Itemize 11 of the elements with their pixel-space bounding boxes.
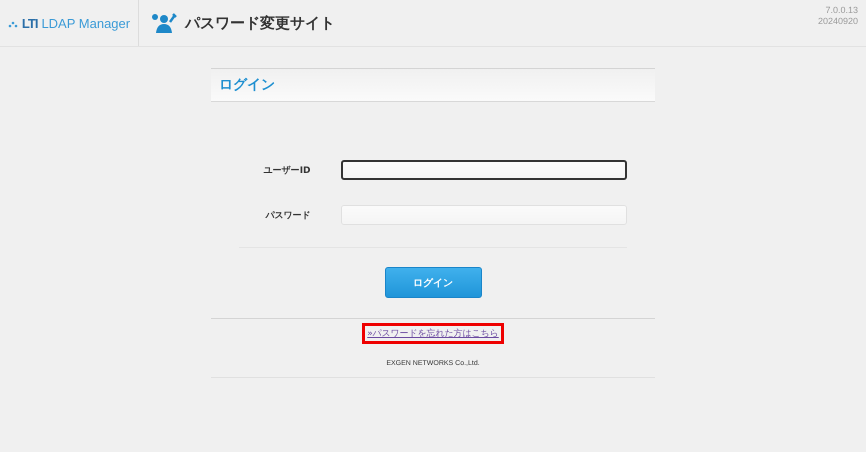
panel-title: ログイン (219, 76, 275, 94)
logo-mark: LTI (22, 16, 38, 30)
field-label: パスワード (264, 210, 311, 222)
field-label: ユーザーID (262, 164, 311, 176)
input-field[interactable] (340, 160, 627, 180)
version-text: 7.0.0.13 (824, 5, 858, 16)
user-wrench-icon (151, 12, 177, 34)
forgot-password-link[interactable]: »パスワードを忘れた方はこちら (362, 323, 504, 344)
product-name: LDAP Manager (41, 16, 130, 30)
site-title: パスワード変更サイト (185, 14, 335, 32)
build-text: 20240920 (818, 16, 858, 27)
